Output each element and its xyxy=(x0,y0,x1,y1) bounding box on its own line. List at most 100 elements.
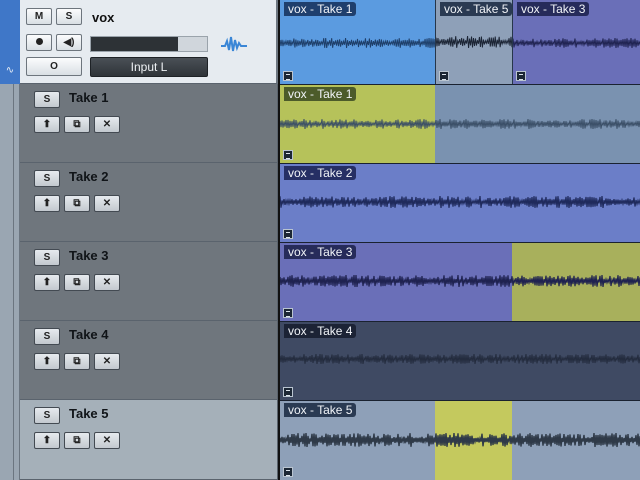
region-label: vox - Take 1 xyxy=(284,2,357,16)
delete-take-button[interactable]: ✕ xyxy=(94,195,120,212)
waveform xyxy=(280,196,640,208)
promote-take-button[interactable]: ⬆ xyxy=(34,353,60,370)
region-menu-icon[interactable] xyxy=(283,467,293,477)
take-name[interactable]: Take 2 xyxy=(69,169,109,184)
lane-take5[interactable]: vox - Take 5 xyxy=(280,400,640,480)
promote-take-button[interactable]: ⬆ xyxy=(34,116,60,133)
track-header-take1[interactable]: S Take 1 ⬆ ⧉ ✕ xyxy=(20,84,278,163)
input-monitor-button[interactable]: O xyxy=(26,57,82,76)
master-region-take3[interactable]: vox - Take 3 xyxy=(513,0,640,84)
lane-take1[interactable]: vox - Take 1 xyxy=(280,84,640,163)
track-header-vox[interactable]: M S vox ◀) O Input L xyxy=(20,0,278,84)
copy-icon: ⧉ xyxy=(73,356,81,367)
input-selector[interactable]: Input L xyxy=(90,57,208,77)
region-label: vox - Take 5 xyxy=(440,2,512,16)
close-icon: ✕ xyxy=(102,119,112,130)
copy-take-button[interactable]: ⧉ xyxy=(64,195,90,212)
close-icon: ✕ xyxy=(102,435,112,446)
automation-icon[interactable]: ∿ xyxy=(3,66,17,76)
track-name[interactable]: vox xyxy=(92,10,114,25)
copy-take-button[interactable]: ⧉ xyxy=(64,116,90,133)
take-solo-button[interactable]: S xyxy=(34,249,60,266)
arrow-up-icon: ⬆ xyxy=(42,198,52,209)
region-label: vox - Take 5 xyxy=(284,403,357,417)
region-menu-icon[interactable] xyxy=(283,71,293,81)
level-meter xyxy=(90,36,208,52)
take-solo-button[interactable]: S xyxy=(34,91,60,108)
track-header-take4[interactable]: S Take 4 ⬆ ⧉ ✕ xyxy=(20,321,278,400)
take5-region[interactable]: vox - Take 5 xyxy=(280,401,640,480)
record-button[interactable] xyxy=(26,34,52,51)
take-solo-button[interactable]: S xyxy=(34,328,60,345)
waveform xyxy=(280,119,640,129)
region-menu-icon[interactable] xyxy=(516,71,526,81)
lane-vox[interactable]: vox - Take 1 vox - Take 5 vox - Take 3 xyxy=(280,0,640,84)
promote-take-button[interactable]: ⬆ xyxy=(34,195,60,212)
take-solo-button[interactable]: S xyxy=(34,407,60,424)
arrow-up-icon: ⬆ xyxy=(42,435,52,446)
close-icon: ✕ xyxy=(102,356,112,367)
track-color-strip: ∿ xyxy=(0,0,20,480)
master-region-take5[interactable]: vox - Take 5 xyxy=(436,0,513,84)
waveform xyxy=(280,433,640,447)
copy-icon: ⧉ xyxy=(73,119,81,130)
take4-region[interactable]: vox - Take 4 xyxy=(280,322,640,400)
delete-take-button[interactable]: ✕ xyxy=(94,432,120,449)
copy-take-button[interactable]: ⧉ xyxy=(64,274,90,291)
copy-take-button[interactable]: ⧉ xyxy=(64,353,90,370)
take-name[interactable]: Take 4 xyxy=(69,327,109,342)
track-header-take5[interactable]: S Take 5 ⬆ ⧉ ✕ xyxy=(20,400,278,480)
arrow-up-icon: ⬆ xyxy=(42,119,52,130)
mute-button[interactable]: M xyxy=(26,8,52,25)
track-header-take3[interactable]: S Take 3 ⬆ ⧉ ✕ xyxy=(20,242,278,321)
take-solo-button[interactable]: S xyxy=(34,170,60,187)
region-menu-icon[interactable] xyxy=(283,387,293,397)
region-label: vox - Take 4 xyxy=(284,324,357,338)
close-icon: ✕ xyxy=(102,198,112,209)
lane-take2[interactable]: vox - Take 2 xyxy=(280,163,640,242)
take-name[interactable]: Take 5 xyxy=(69,406,109,421)
level-meter-fill xyxy=(91,37,178,51)
take3-region[interactable]: vox - Take 3 xyxy=(280,243,640,321)
master-region-take1[interactable]: vox - Take 1 xyxy=(280,0,436,84)
waveform-icon[interactable] xyxy=(220,34,248,54)
arrow-up-icon: ⬆ xyxy=(42,277,52,288)
promote-take-button[interactable]: ⬆ xyxy=(34,432,60,449)
region-menu-icon[interactable] xyxy=(283,308,293,318)
region-menu-icon[interactable] xyxy=(439,71,449,81)
region-label: vox - Take 2 xyxy=(284,166,357,180)
promote-take-button[interactable]: ⬆ xyxy=(34,274,60,291)
waveform xyxy=(280,354,640,364)
arrow-up-icon: ⬆ xyxy=(42,356,52,367)
take-name[interactable]: Take 1 xyxy=(69,90,109,105)
copy-take-button[interactable]: ⧉ xyxy=(64,432,90,449)
arrangement-timeline[interactable]: vox - Take 1 vox - Take 5 vox - Take 3 v… xyxy=(278,0,640,480)
region-label: vox - Take 3 xyxy=(517,2,590,16)
lane-take4[interactable]: vox - Take 4 xyxy=(280,321,640,400)
monitor-button[interactable]: ◀) xyxy=(56,34,82,51)
copy-icon: ⧉ xyxy=(73,198,81,209)
track-header-take2[interactable]: S Take 2 ⬆ ⧉ ✕ xyxy=(20,163,278,242)
region-menu-icon[interactable] xyxy=(283,150,293,160)
region-label: vox - Take 1 xyxy=(284,87,357,101)
take-name[interactable]: Take 3 xyxy=(69,248,109,263)
take2-region[interactable]: vox - Take 2 xyxy=(280,164,640,242)
waveform xyxy=(513,38,640,48)
lane-take3[interactable]: vox - Take 3 xyxy=(280,242,640,321)
record-icon xyxy=(35,37,43,45)
take1-region[interactable]: vox - Take 1 xyxy=(280,85,640,163)
close-icon: ✕ xyxy=(102,277,112,288)
waveform xyxy=(436,36,512,48)
delete-take-button[interactable]: ✕ xyxy=(94,116,120,133)
delete-take-button[interactable]: ✕ xyxy=(94,353,120,370)
delete-take-button[interactable]: ✕ xyxy=(94,274,120,291)
region-menu-icon[interactable] xyxy=(283,229,293,239)
speaker-icon: ◀) xyxy=(63,37,75,48)
region-label: vox - Take 3 xyxy=(284,245,357,259)
waveform xyxy=(280,275,640,287)
folder-line xyxy=(13,84,14,480)
waveform xyxy=(280,38,435,48)
copy-icon: ⧉ xyxy=(73,277,81,288)
solo-button[interactable]: S xyxy=(56,8,82,25)
copy-icon: ⧉ xyxy=(73,435,81,446)
